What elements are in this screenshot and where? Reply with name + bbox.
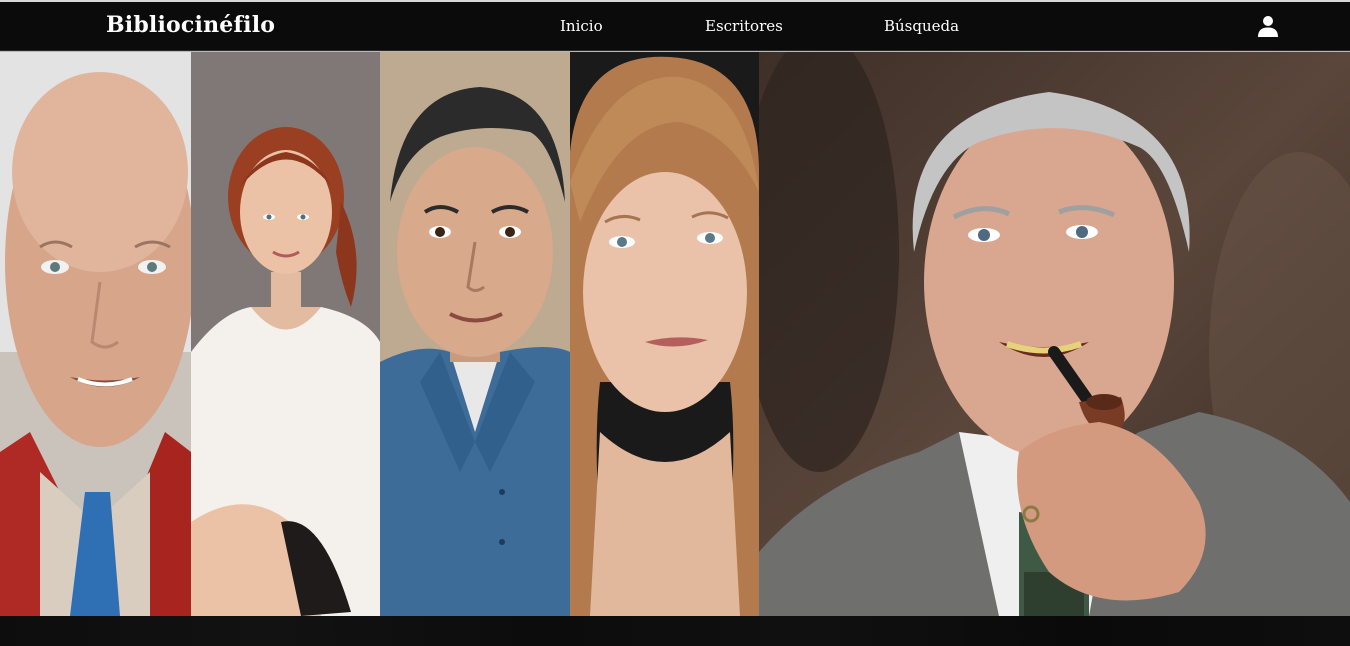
nav-link-inicio[interactable]: Inicio [560,17,603,35]
bottom-strip [0,616,1350,646]
page: Bibliocinéfilo Inicio Escritores Búsqued… [0,0,1350,646]
nav-link-escritores[interactable]: Escritores [705,17,783,35]
red-haired-woman-portrait[interactable] [191,52,380,616]
bald-elderly-man-portrait[interactable] [0,52,191,616]
dark-haired-man-portrait[interactable] [380,52,570,616]
brand-logo[interactable]: Bibliocinéfilo [106,12,275,38]
blonde-woman-portrait[interactable] [570,52,759,616]
nav-link-busqueda[interactable]: Búsqueda [884,17,959,35]
user-icon[interactable] [1256,14,1280,38]
navbar: Bibliocinéfilo Inicio Escritores Búsqued… [0,2,1350,51]
elderly-man-with-pipe-portrait[interactable] [759,52,1350,616]
writers-gallery [0,51,1350,617]
